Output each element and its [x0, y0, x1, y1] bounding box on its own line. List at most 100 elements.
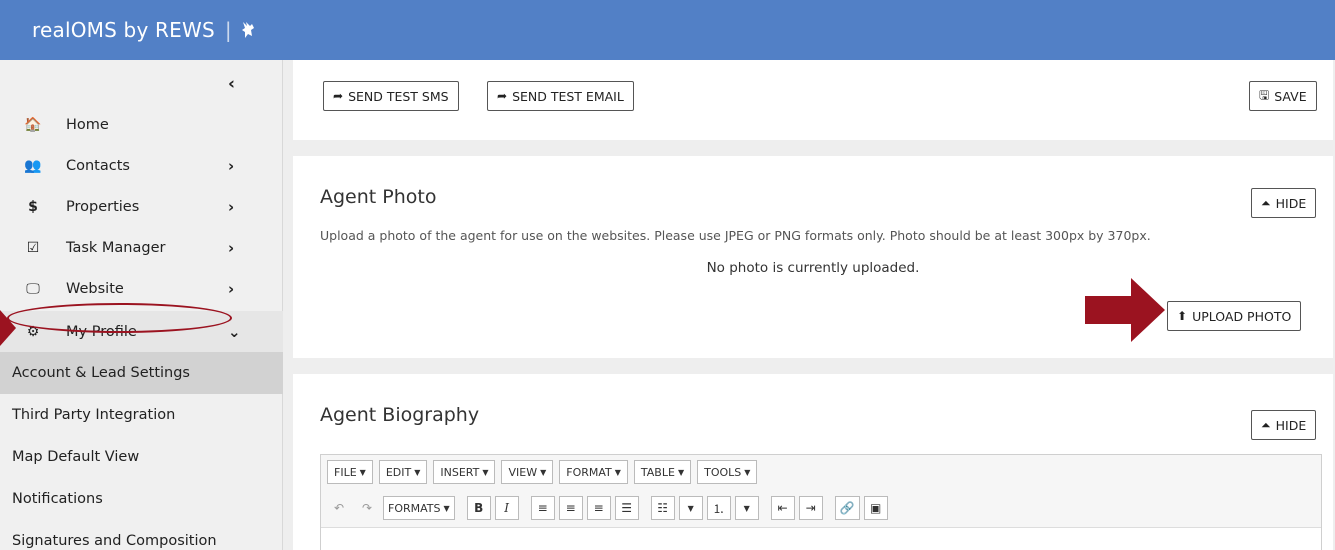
sidebar-subitem-notifications[interactable]: Notifications [0, 478, 283, 520]
undo-icon[interactable]: ↶ [327, 496, 351, 520]
chevron-right-icon: › [228, 238, 235, 257]
app-title: realOMS by REWS [32, 18, 215, 42]
caret-down-icon: ▼ [414, 467, 421, 477]
sidebar-item-task-manager[interactable]: ☑ Task Manager › [0, 227, 283, 268]
save-button[interactable]: 🖫 SAVE [1249, 81, 1317, 111]
sidebar-item-contacts[interactable]: 👥 Contacts › [0, 145, 283, 186]
agent-biography-panel: Agent Biography ⏶ HIDE FILE ▼ EDIT ▼ INSER… [293, 374, 1333, 550]
bullet-list-caret-icon[interactable]: ▼ [678, 496, 703, 520]
menu-label: FORMAT [566, 465, 612, 479]
send-test-sms-button[interactable]: ➦ SEND TEST SMS [323, 81, 459, 111]
sidebar-subitem-label: Third Party Integration [12, 407, 176, 423]
sidebar-subitem-account-lead-settings[interactable]: Account & Lead Settings [0, 352, 283, 394]
numbered-list-caret-icon[interactable]: ▼ [734, 496, 759, 520]
action-toolbar: ➦ SEND TEST SMS ➦ SEND TEST EMAIL 🖫 SAVE [293, 60, 1333, 140]
upload-photo-label: UPLOAD PHOTO [1192, 308, 1292, 324]
users-icon: 👥 [24, 157, 42, 174]
share-arrow-icon: ➦ [333, 89, 344, 103]
monitor-icon: 🖵 [26, 280, 40, 297]
menu-insert[interactable]: INSERT ▼ [433, 460, 496, 484]
menu-format[interactable]: FORMAT ▼ [559, 460, 628, 484]
sidebar-item-label: Task Manager [66, 239, 166, 256]
agent-photo-title: Agent Photo [320, 186, 437, 208]
editor-menubar: FILE ▼ EDIT ▼ INSERT ▼ VIEW ▼ FORMAT ▼ TABLE ▼… [321, 455, 758, 489]
dollar-icon: $ [28, 198, 38, 215]
sidebar-subitem-third-party-integration[interactable]: Third Party Integration [0, 394, 283, 436]
italic-button[interactable]: I [494, 496, 519, 520]
menu-view[interactable]: VIEW ▼ [501, 460, 554, 484]
caret-down-icon: ▼ [359, 467, 366, 477]
sidebar-subitem-map-default-view[interactable]: Map Default View [0, 436, 283, 478]
sidebar-subitem-label: Signatures and Composition [12, 533, 217, 549]
formats-label: FORMATS [388, 501, 441, 515]
app-header: realOMS by REWS | [0, 0, 1335, 60]
share-arrow-icon: ➦ [497, 89, 508, 103]
sidebar-item-properties[interactable]: $ Properties › [0, 186, 283, 227]
hide-label: HIDE [1275, 417, 1307, 433]
title-separator: | [224, 18, 232, 42]
align-left-icon[interactable]: ≡ [530, 496, 555, 520]
formats-dropdown[interactable]: FORMATS ▼ [383, 496, 455, 520]
bullet-list-icon[interactable]: ☷ [650, 496, 675, 520]
bold-button[interactable]: B [466, 496, 491, 520]
sidebar-subitem-signatures-composition[interactable]: Signatures and Composition [0, 520, 283, 550]
chevron-down-icon: ⌄ [228, 322, 241, 341]
align-justify-icon[interactable]: ☰ [614, 496, 639, 520]
link-icon[interactable]: 🔗 [834, 496, 860, 520]
send-test-email-label: SEND TEST EMAIL [512, 88, 624, 104]
hide-biography-button[interactable]: ⏶ HIDE [1251, 410, 1317, 440]
menu-file[interactable]: FILE ▼ [327, 460, 373, 484]
hide-photo-button[interactable]: ⏶ HIDE [1251, 188, 1317, 218]
caret-down-icon: ▼ [482, 467, 489, 477]
sidebar-item-home[interactable]: 🏠 Home [0, 104, 283, 145]
sidebar-item-label: Website [66, 280, 124, 297]
sidebar-subitem-label: Account & Lead Settings [12, 365, 190, 381]
chevron-right-icon: › [228, 197, 235, 216]
caret-down-icon: ▼ [443, 503, 450, 513]
editor-content-area[interactable] [321, 527, 1321, 550]
upload-photo-button[interactable]: ⬆ UPLOAD PHOTO [1167, 301, 1302, 331]
chevron-right-icon: › [228, 156, 235, 175]
rich-text-editor: FILE ▼ EDIT ▼ INSERT ▼ VIEW ▼ FORMAT ▼ TABLE ▼… [320, 454, 1322, 550]
floppy-disk-icon: 🖫 [1259, 87, 1270, 102]
menu-table[interactable]: TABLE ▼ [633, 460, 692, 484]
indent-icon[interactable]: ⇥ [798, 496, 823, 520]
menu-label: EDIT [385, 465, 412, 479]
image-icon[interactable]: ▣ [863, 496, 888, 520]
chevron-up-circle-icon: ⏶ [1261, 417, 1271, 432]
outdent-icon[interactable]: ⇤ [770, 496, 795, 520]
sidebar-item-label: Contacts [66, 157, 130, 174]
editor-toolbar: ↶ ↷ FORMATS ▼ B I ≡ ≡ ≡ ☰ ☷ ▼ ⒈ ▼ ⇤ ⇥ 🔗 … [321, 493, 888, 523]
main-content: ➦ SEND TEST SMS ➦ SEND TEST EMAIL 🖫 SAVE… [283, 60, 1335, 550]
menu-label: FILE [334, 465, 357, 479]
numbered-list-icon[interactable]: ⒈ [706, 496, 731, 520]
annotation-arrow-right-icon [1085, 278, 1165, 342]
chevron-right-icon: › [228, 279, 235, 298]
menu-label: TABLE [640, 465, 675, 479]
sidebar-item-label: Home [66, 116, 109, 133]
sidebar-item-label: Properties [66, 198, 140, 215]
sidebar-subitem-label: Map Default View [12, 449, 140, 465]
align-right-icon[interactable]: ≡ [586, 496, 611, 520]
menu-tools[interactable]: TOOLS ▼ [697, 460, 758, 484]
bold-label: B [474, 501, 484, 515]
caret-down-icon: ▼ [540, 467, 547, 477]
menu-label: INSERT [440, 465, 480, 479]
agent-photo-description: Upload a photo of the agent for use on t… [320, 228, 1151, 243]
rooster-logo-icon [241, 22, 254, 38]
annotation-circle [7, 303, 232, 333]
home-icon: 🏠 [24, 116, 42, 133]
caret-down-icon: ▼ [744, 467, 751, 477]
agent-photo-panel: Agent Photo ⏶ HIDE Upload a photo of the… [293, 156, 1333, 358]
collapse-sidebar-chevron-left-icon[interactable]: ‹ [228, 74, 235, 94]
hide-label: HIDE [1275, 195, 1307, 211]
redo-icon[interactable]: ↷ [355, 496, 379, 520]
calendar-check-icon: ☑ [26, 239, 40, 256]
caret-down-icon: ▼ [614, 467, 621, 477]
menu-edit[interactable]: EDIT ▼ [378, 460, 428, 484]
send-test-email-button[interactable]: ➦ SEND TEST EMAIL [487, 81, 634, 111]
agent-biography-title: Agent Biography [320, 404, 480, 426]
caret-down-icon: ▼ [677, 467, 685, 477]
align-center-icon[interactable]: ≡ [558, 496, 583, 520]
upload-icon: ⬆ [1177, 309, 1188, 323]
